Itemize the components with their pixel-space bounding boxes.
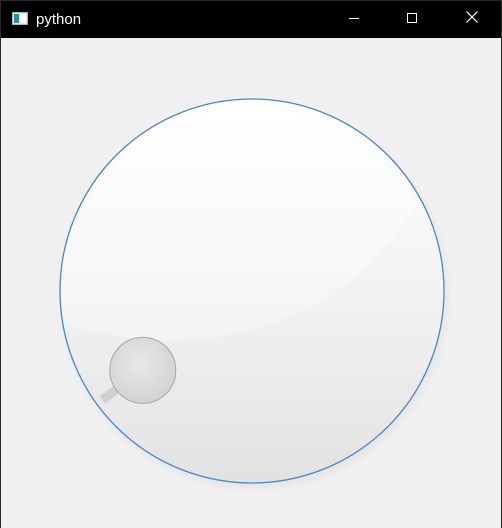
close-icon xyxy=(465,10,479,29)
app-window: python xyxy=(0,0,502,528)
minimize-button[interactable] xyxy=(325,1,383,38)
close-button[interactable] xyxy=(443,1,501,38)
title-bar[interactable]: python xyxy=(1,1,501,38)
window-title: python xyxy=(36,11,82,28)
dial-widget[interactable] xyxy=(51,90,451,490)
minimize-icon xyxy=(348,11,360,29)
maximize-button[interactable] xyxy=(383,1,441,38)
dial-handle-knob[interactable] xyxy=(109,336,177,404)
window-content xyxy=(1,38,501,528)
maximize-icon xyxy=(406,11,418,29)
app-window-icon xyxy=(12,12,28,25)
